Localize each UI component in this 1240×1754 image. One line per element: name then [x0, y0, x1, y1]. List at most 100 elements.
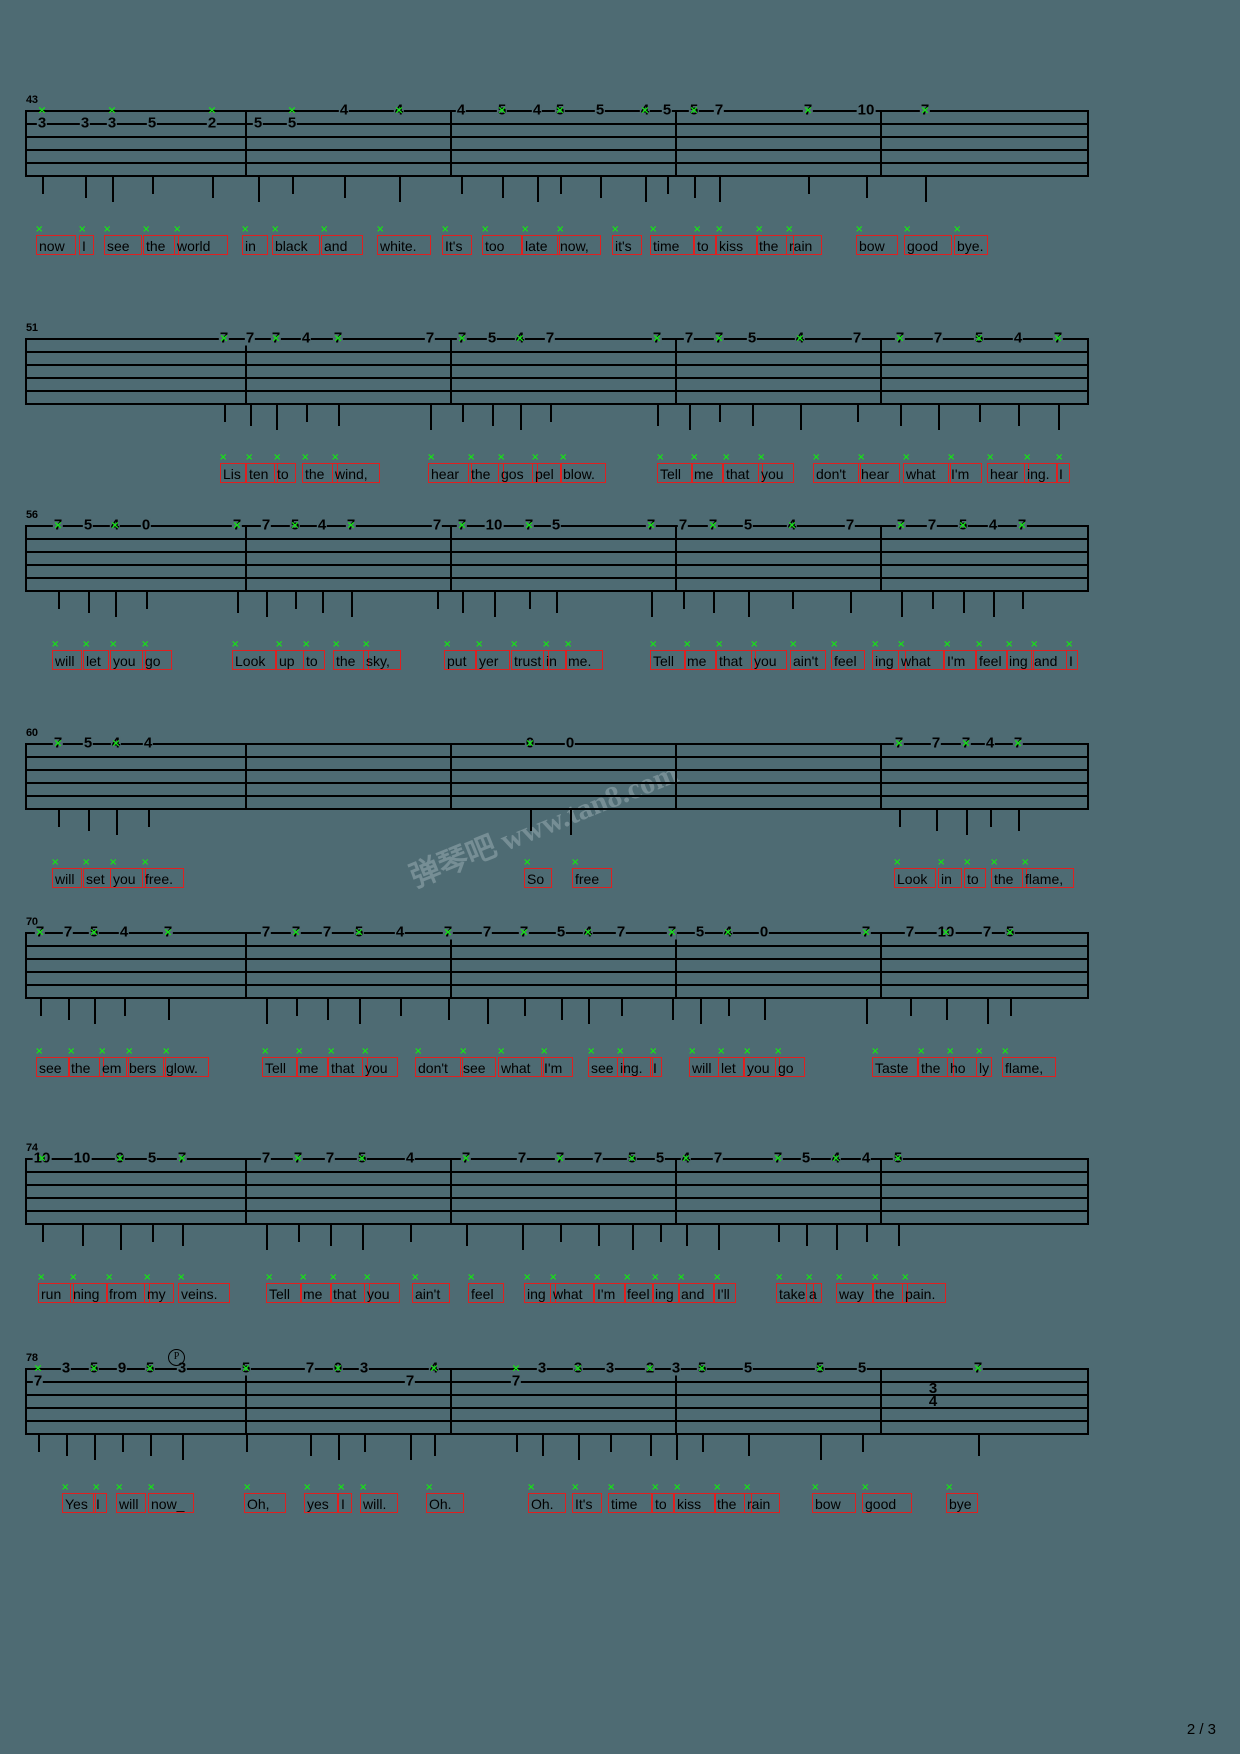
lyric-syllable[interactable]: × wind, [331, 453, 380, 483]
lyric-syllable[interactable]: × yer [475, 640, 510, 670]
lyric-syllable[interactable]: × that [715, 640, 756, 670]
lyric-syllable[interactable]: × Tell [649, 640, 686, 670]
lyric-syllable[interactable]: × I [1055, 453, 1070, 483]
lyric-syllable[interactable]: × go [141, 640, 172, 670]
lyric-syllable[interactable]: × ning [69, 1273, 108, 1303]
lyric-syllable[interactable]: × now [35, 225, 76, 255]
lyric-syllable[interactable]: × I'm [947, 453, 982, 483]
lyric-syllable[interactable]: × in [241, 225, 268, 255]
lyric-syllable[interactable]: × time [607, 1483, 652, 1513]
lyric-syllable[interactable]: × see [459, 1047, 496, 1077]
lyric-syllable[interactable]: × and [1030, 640, 1067, 670]
lyric-syllable[interactable]: × see [103, 225, 142, 255]
lyric-syllable[interactable]: × run [37, 1273, 74, 1303]
lyric-syllable[interactable]: × up [275, 640, 304, 670]
lyric-syllable[interactable]: × ing. [1023, 453, 1058, 483]
lyric-syllable[interactable]: × will. [359, 1483, 398, 1513]
lyric-syllable[interactable]: × to [302, 640, 325, 670]
lyric-syllable[interactable]: × rain [743, 1483, 780, 1513]
lyric-syllable[interactable]: × too [481, 225, 522, 255]
lyric-syllable[interactable]: × and [320, 225, 363, 255]
lyric-syllable[interactable]: × So [523, 858, 552, 888]
lyric-syllable[interactable]: × ly [975, 1047, 993, 1077]
lyric-syllable[interactable]: × and [677, 1273, 714, 1303]
lyric-syllable[interactable]: × me [690, 453, 723, 483]
lyric-syllable[interactable]: × bye [945, 1483, 978, 1513]
lyric-syllable[interactable]: × hear [986, 453, 1029, 483]
lyric-syllable[interactable]: × bye. [953, 225, 988, 255]
lyric-syllable[interactable]: × It's [571, 1483, 602, 1513]
lyric-syllable[interactable]: × late [521, 225, 560, 255]
lyric-syllable[interactable]: × in [542, 640, 567, 670]
lyric-syllable[interactable]: × feel [830, 640, 865, 670]
lyric-syllable[interactable]: × see [35, 1047, 70, 1077]
lyric-syllable[interactable]: × will [688, 1047, 719, 1077]
lyric-syllable[interactable]: × bers [125, 1047, 166, 1077]
lyric-syllable[interactable]: × time [649, 225, 694, 255]
lyric-syllable[interactable]: × I'm [540, 1047, 573, 1077]
lyric-syllable[interactable]: × let [717, 1047, 744, 1077]
lyric-syllable[interactable]: × now_ [147, 1483, 194, 1513]
lyric-syllable[interactable]: × black [271, 225, 320, 255]
lyric-syllable[interactable]: × glow. [162, 1047, 209, 1077]
lyric-syllable[interactable]: × world [173, 225, 228, 255]
lyric-syllable[interactable]: × you [750, 640, 787, 670]
lyric-syllable[interactable]: × Look [231, 640, 276, 670]
lyric-syllable[interactable]: × sky, [362, 640, 401, 670]
lyric-syllable[interactable]: × you [363, 1273, 400, 1303]
lyric-syllable[interactable]: × to [963, 858, 986, 888]
lyric-syllable[interactable]: × ain't [789, 640, 826, 670]
lyric-syllable[interactable]: × in [937, 858, 962, 888]
lyric-syllable[interactable]: × veins. [177, 1273, 230, 1303]
lyric-syllable[interactable]: × you [109, 858, 146, 888]
lyric-syllable[interactable]: × let [82, 640, 109, 670]
lyric-syllable[interactable]: × to [651, 1483, 674, 1513]
lyric-syllable[interactable]: × white. [376, 225, 431, 255]
lyric-syllable[interactable]: × blow. [559, 453, 606, 483]
lyric-syllable[interactable]: × now, [556, 225, 601, 255]
lyric-syllable[interactable]: × ing [651, 1273, 680, 1303]
lyric-syllable[interactable]: × I [337, 1483, 352, 1513]
lyric-syllable[interactable]: × hear [857, 453, 900, 483]
lyric-syllable[interactable]: × Look [893, 858, 936, 888]
lyric-syllable[interactable]: × pain. [901, 1273, 946, 1303]
lyric-syllable[interactable]: × what [497, 1047, 544, 1077]
lyric-syllable[interactable]: × don't [812, 453, 861, 483]
lyric-syllable[interactable]: × what [902, 453, 951, 483]
lyric-syllable[interactable]: × free [571, 858, 612, 888]
lyric-syllable[interactable]: × yes [303, 1483, 338, 1513]
lyric-syllable[interactable]: × feel [623, 1273, 654, 1303]
lyric-syllable[interactable]: × put [443, 640, 476, 670]
lyric-syllable[interactable]: × me [683, 640, 716, 670]
lyric-syllable[interactable]: × you [361, 1047, 398, 1077]
lyric-syllable[interactable]: × Taste [871, 1047, 918, 1077]
lyric-syllable[interactable]: × what [549, 1273, 594, 1303]
lyric-syllable[interactable]: × will [115, 1483, 146, 1513]
lyric-syllable[interactable]: × Tell [656, 453, 693, 483]
lyric-syllable[interactable]: × it's [611, 225, 642, 255]
lyric-syllable[interactable]: × bow [811, 1483, 856, 1513]
lyric-syllable[interactable]: × hear [427, 453, 472, 483]
lyric-syllable[interactable]: × It's [441, 225, 472, 255]
lyric-syllable[interactable]: × I'm [593, 1273, 626, 1303]
lyric-syllable[interactable]: × will [51, 858, 82, 888]
lyric-syllable[interactable]: × good [861, 1483, 912, 1513]
lyric-syllable[interactable]: × I [1065, 640, 1078, 670]
lyric-syllable[interactable]: × good [903, 225, 952, 255]
lyric-syllable[interactable]: × a [805, 1273, 822, 1303]
lyric-syllable[interactable]: × don't [414, 1047, 463, 1077]
lyric-syllable[interactable]: × Oh. [527, 1483, 566, 1513]
lyric-syllable[interactable]: × ain't [411, 1273, 450, 1303]
lyric-syllable[interactable]: × feel [467, 1273, 504, 1303]
lyric-syllable[interactable]: × ho [946, 1047, 977, 1077]
lyric-syllable[interactable]: × pel [531, 453, 562, 483]
lyric-syllable[interactable]: × you [757, 453, 794, 483]
lyric-syllable[interactable]: × I [78, 225, 94, 255]
lyric-syllable[interactable]: × I [649, 1047, 662, 1077]
lyric-syllable[interactable]: × bow [855, 225, 898, 255]
lyric-syllable[interactable]: × ing. [616, 1047, 653, 1077]
lyric-syllable[interactable]: × I [92, 1483, 107, 1513]
lyric-syllable[interactable]: × kiss [715, 225, 758, 255]
lyric-syllable[interactable]: × flame, [1021, 858, 1074, 888]
lyric-syllable[interactable]: × Tell [265, 1273, 302, 1303]
